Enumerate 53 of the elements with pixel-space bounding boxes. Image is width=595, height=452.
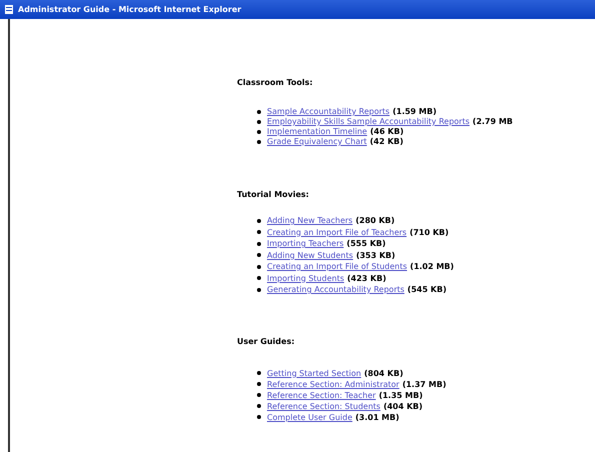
- document-link[interactable]: Sample Accountability Reports: [267, 107, 390, 117]
- file-size: (1.35 MB): [378, 390, 423, 400]
- bullet-icon: [257, 264, 261, 269]
- bullet-icon: [257, 140, 261, 144]
- bullet-icon: [257, 242, 261, 246]
- document-link[interactable]: Implementation Timeline: [267, 127, 368, 137]
- file-size: (710 KB): [410, 226, 449, 238]
- bullet-icon: [257, 253, 261, 258]
- bullet-icon: [257, 371, 261, 375]
- bullet-icon: [257, 230, 261, 234]
- window-title: Administrator Guide - Microsoft Internet Explorer: [18, 4, 242, 16]
- section-heading: User Guides:: [237, 336, 296, 348]
- document-link[interactable]: Adding New Teachers: [267, 215, 353, 226]
- bullet-icon: [257, 120, 261, 124]
- file-size: (1.37 MB): [402, 378, 446, 390]
- document-link[interactable]: Getting Started Section: [267, 368, 362, 378]
- file-size: (42 KB): [370, 137, 404, 147]
- file-size: (404 KB): [383, 400, 423, 412]
- document-link[interactable]: Reference Section: Students: [267, 400, 380, 412]
- bullet-icon: [257, 382, 261, 386]
- file-size: (545 KB): [407, 284, 446, 296]
- section-heading: Tutorial Movies:: [237, 189, 310, 201]
- file-size: (555 KB): [346, 238, 386, 250]
- section-heading: Classroom Tools:: [237, 77, 314, 89]
- bullet-icon: [257, 404, 261, 408]
- browser-icon: [4, 4, 14, 15]
- bullet-icon: [257, 276, 261, 280]
- file-size: (804 KB): [364, 368, 404, 378]
- document-link[interactable]: Complete User Guide: [267, 412, 352, 422]
- bullet-icon: [257, 130, 261, 134]
- document-link[interactable]: Creating an Import File of Teachers: [267, 226, 407, 238]
- document-link[interactable]: Adding New Students: [267, 250, 354, 261]
- bullet-icon: [257, 110, 261, 114]
- document-link[interactable]: Employability Skills Sample Accountability Reports: [267, 117, 470, 127]
- document-link[interactable]: Grade Equivalency Chart: [267, 137, 367, 147]
- file-size: (353 KB): [356, 250, 396, 261]
- file-size: (423 KB): [347, 272, 386, 284]
- bullet-icon: [257, 393, 261, 397]
- document-link[interactable]: Importing Teachers: [267, 238, 344, 250]
- file-size: (280 KB): [356, 215, 395, 226]
- bullet-icon: [257, 288, 261, 292]
- document-link[interactable]: Creating an Import File of Students: [267, 261, 408, 272]
- document-link[interactable]: Reference Section: Teacher: [267, 390, 376, 400]
- file-size: (46 KB): [370, 127, 404, 137]
- file-size: (2.79 MB: [472, 117, 513, 127]
- document-link[interactable]: Reference Section: Administrator: [267, 378, 400, 390]
- document-link[interactable]: Importing Students: [267, 272, 344, 284]
- file-size: (1.02 MB): [410, 261, 454, 272]
- file-size: (1.59 MB): [392, 107, 436, 117]
- bullet-icon: [257, 218, 261, 223]
- bullet-icon: [257, 415, 261, 419]
- file-size: (3.01 MB): [355, 412, 400, 422]
- document-link[interactable]: Generating Accountability Reports: [267, 284, 404, 296]
